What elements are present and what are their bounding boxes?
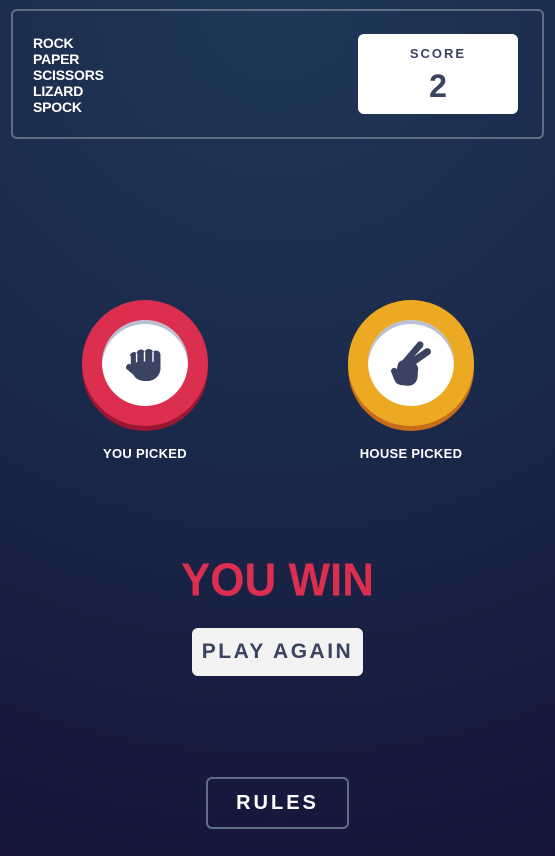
result-text: YOU WIN	[180, 554, 375, 607]
header-panel: ROCK PAPER SCISSORS LIZARD SPOCK SCORE 2	[11, 9, 544, 139]
player-pick-rock	[82, 300, 208, 426]
score-value: 2	[429, 68, 447, 104]
scissors-hand-icon	[391, 341, 431, 386]
fist-icon	[126, 349, 161, 381]
house-pick-inner	[368, 320, 454, 406]
house-pick-scissors	[348, 300, 474, 426]
score-label: SCORE	[409, 46, 467, 61]
title-word-paper: PAPER	[33, 51, 80, 67]
title-word-rock: ROCK	[33, 35, 74, 51]
title-word-scissors: SCISSORS	[33, 67, 104, 83]
title-word-spock: SPOCK	[33, 99, 82, 115]
game-title: ROCK PAPER SCISSORS LIZARD SPOCK	[33, 35, 104, 115]
score-box: SCORE 2	[358, 34, 518, 114]
rules-button[interactable]: RULES	[206, 777, 349, 829]
house-picked-label: HOUSE PICKED	[359, 446, 463, 461]
player-pick-inner	[102, 320, 188, 406]
title-word-lizard: LIZARD	[33, 83, 84, 99]
you-picked-label: YOU PICKED	[103, 446, 187, 461]
play-again-button[interactable]: PLAY AGAIN	[192, 628, 363, 676]
